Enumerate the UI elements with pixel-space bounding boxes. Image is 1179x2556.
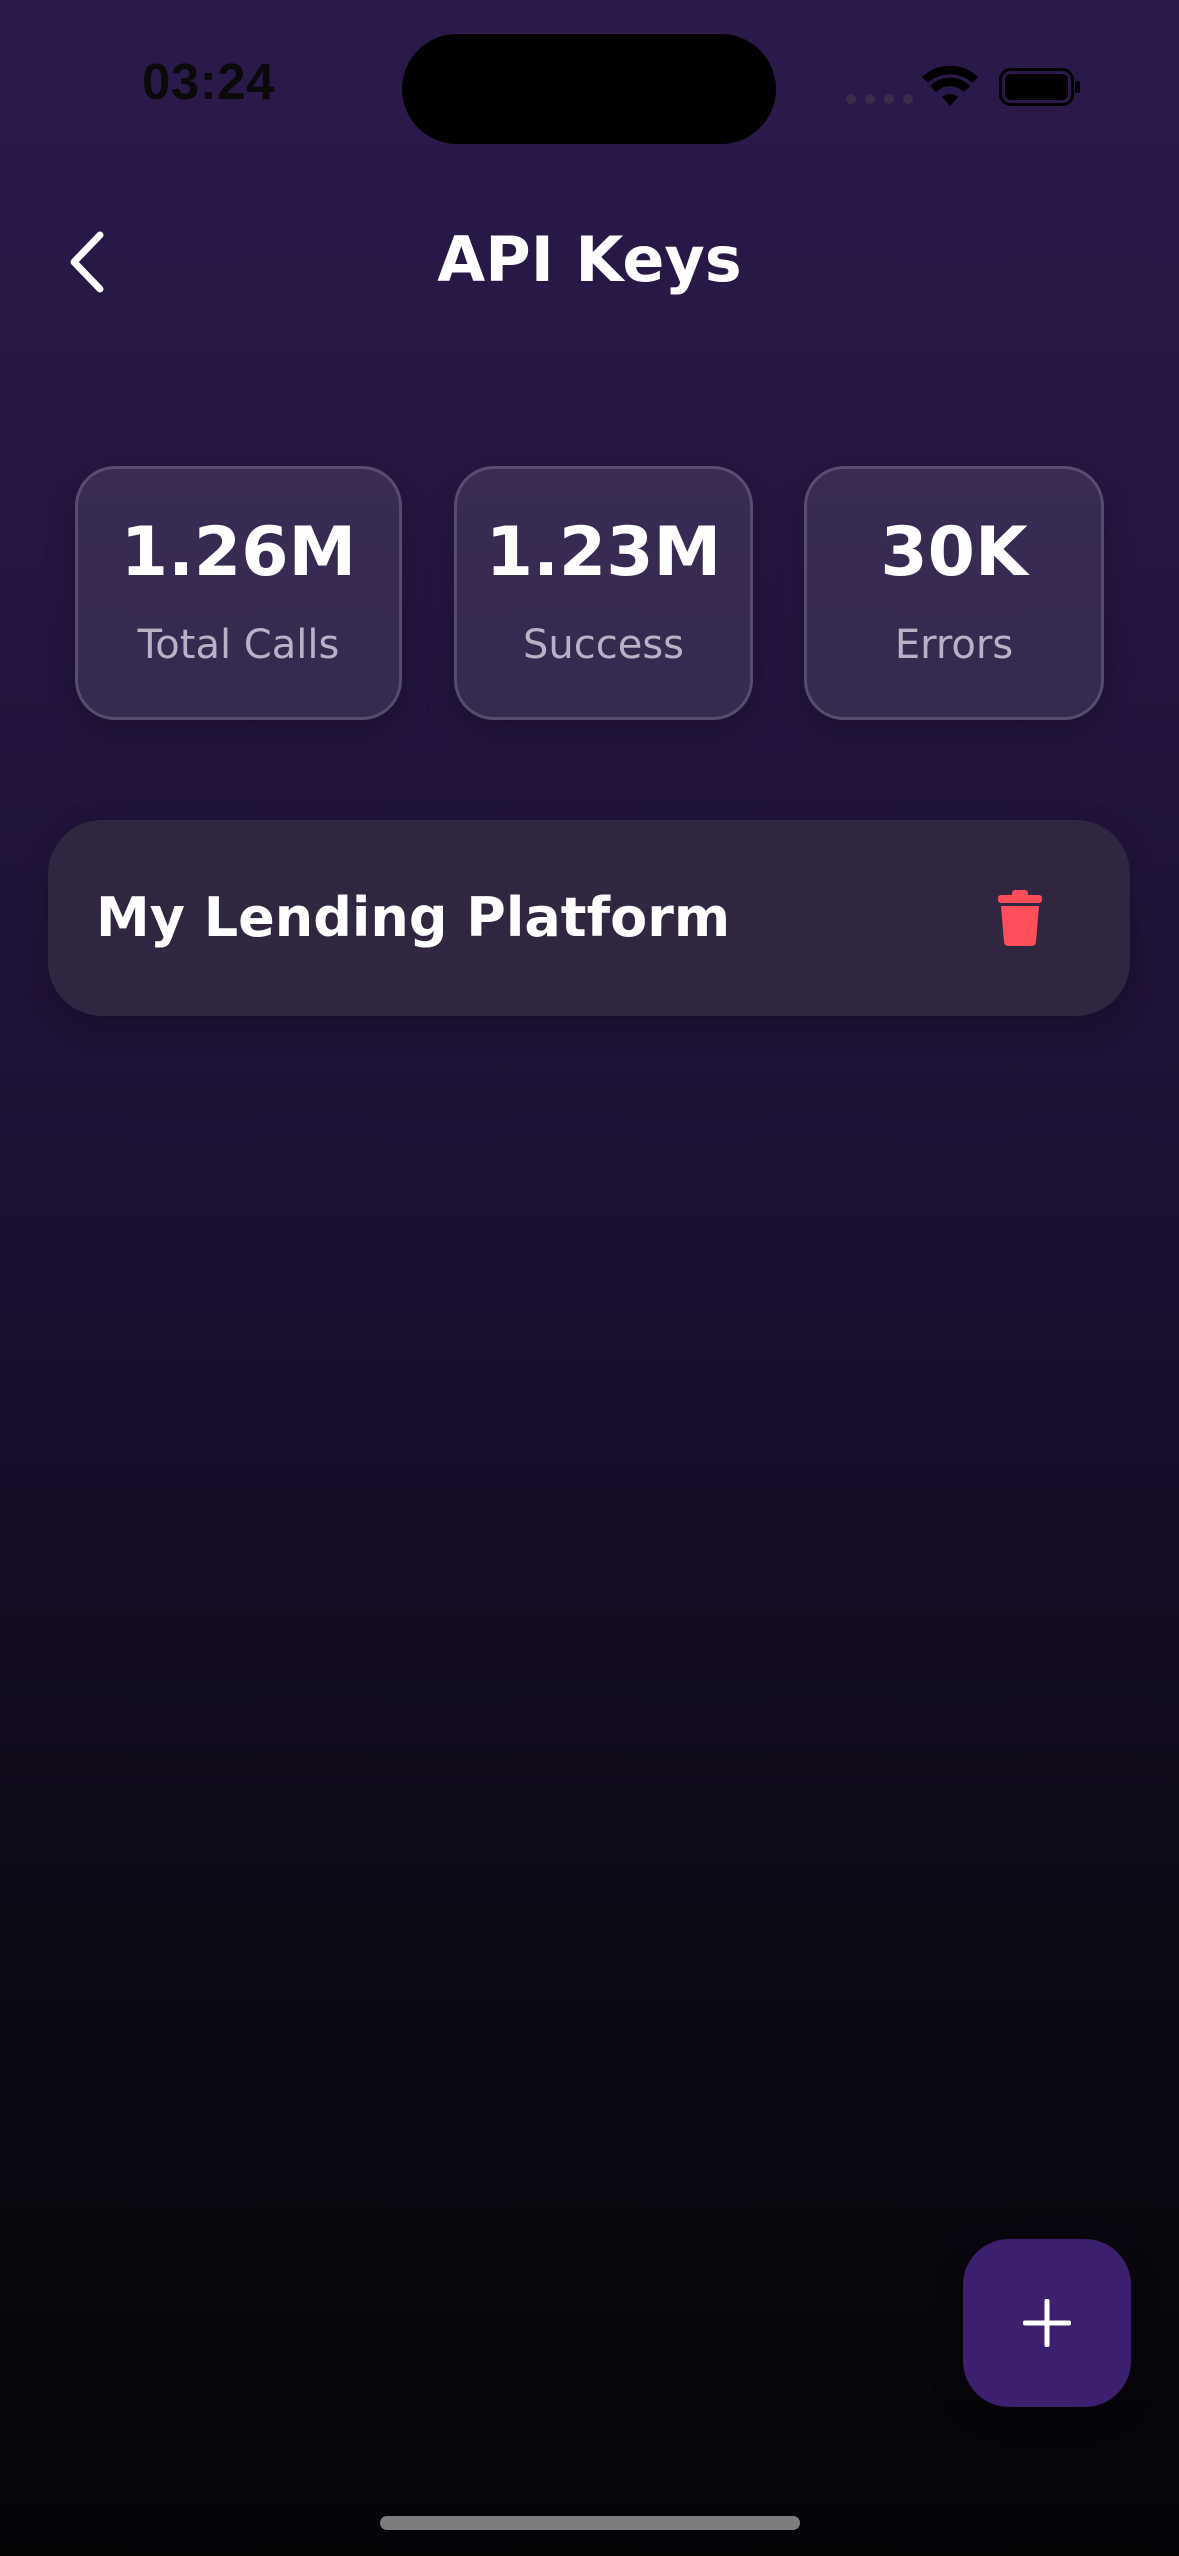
status-time: 03:24	[142, 53, 275, 110]
stat-label: Total Calls	[137, 622, 340, 668]
plus-icon	[1023, 2299, 1071, 2347]
trash-icon	[998, 890, 1042, 946]
stat-card-total-calls: 1.26M Total Calls	[75, 466, 402, 720]
signal-dots-icon	[846, 94, 913, 104]
stat-card-errors: 30K Errors	[804, 466, 1104, 720]
battery-icon	[999, 68, 1080, 106]
stat-label: Success	[522, 622, 684, 668]
stat-label: Errors	[894, 622, 1014, 668]
page-title: API Keys	[437, 223, 742, 296]
stat-card-success: 1.23M Success	[454, 466, 753, 720]
stat-value: 30K	[880, 513, 1028, 592]
home-indicator[interactable]	[380, 2516, 800, 2530]
dynamic-island	[402, 34, 776, 144]
add-key-button[interactable]	[963, 2239, 1131, 2407]
delete-key-button[interactable]	[978, 876, 1062, 960]
api-key-name: My Lending Platform	[96, 886, 731, 949]
wifi-icon	[922, 66, 978, 106]
api-key-card[interactable]: My Lending Platform	[48, 820, 1130, 1016]
stat-value: 1.23M	[485, 513, 722, 592]
stat-value: 1.26M	[120, 513, 357, 592]
